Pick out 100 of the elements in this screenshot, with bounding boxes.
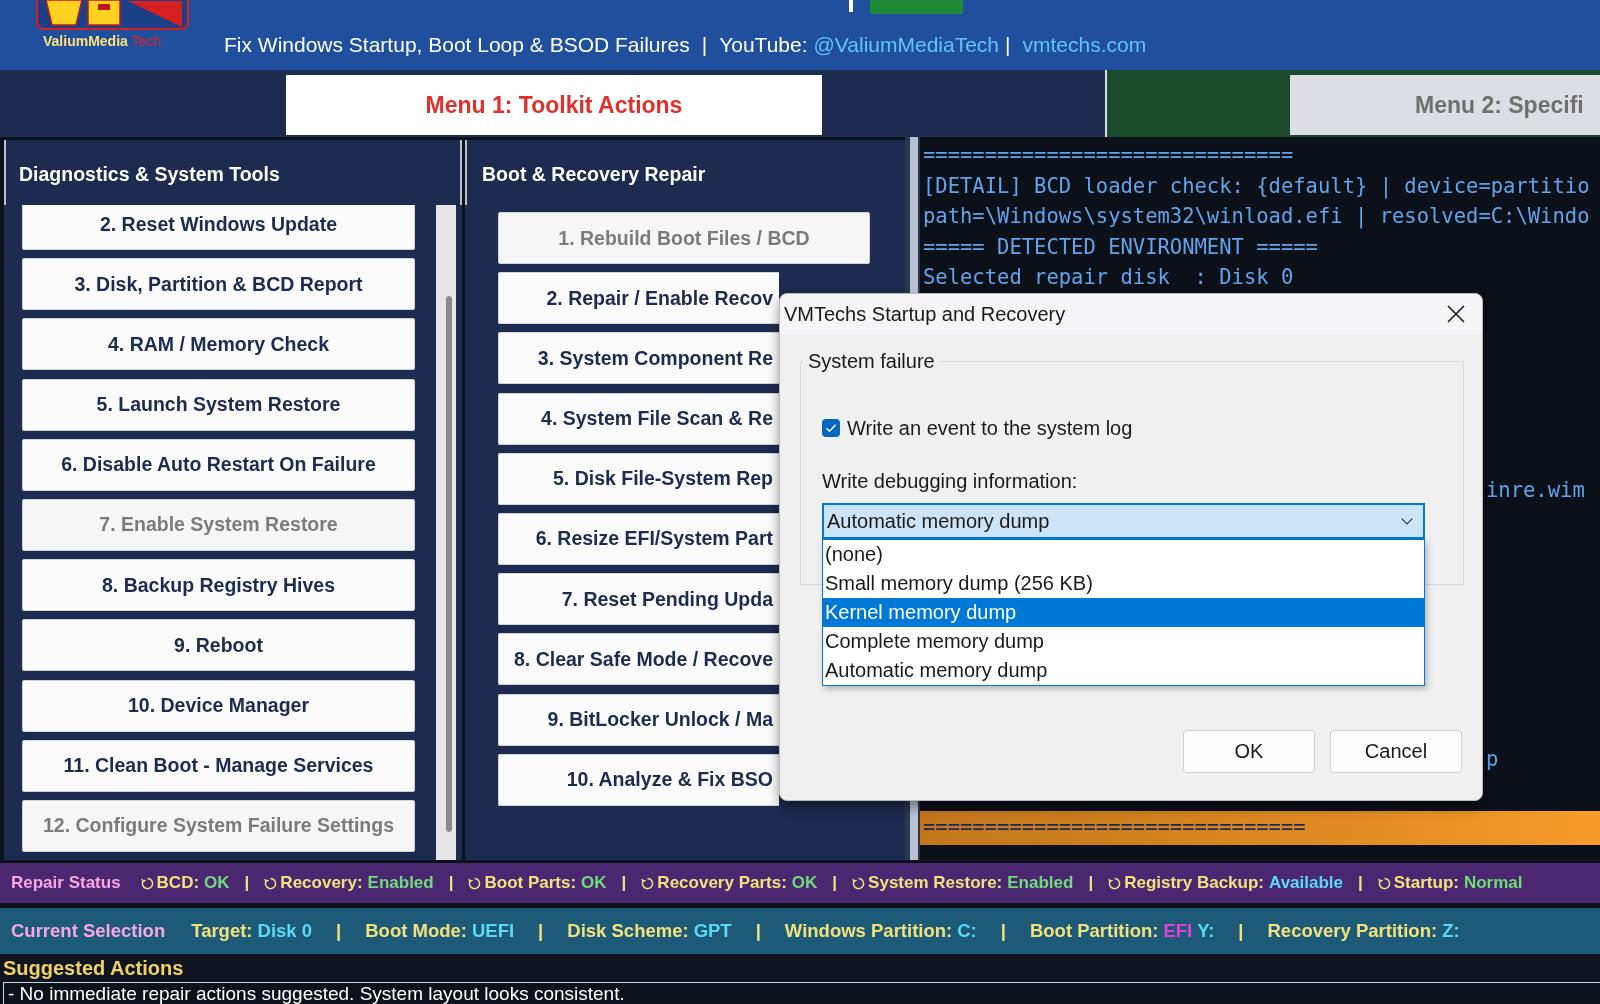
action-button[interactable]: 9. Reboot	[22, 619, 415, 672]
dump-type-dropdown[interactable]: Automatic memory dump	[822, 503, 1425, 539]
status-value: C:	[957, 920, 977, 942]
circular-arrow-icon	[641, 876, 655, 890]
status-value: OK	[581, 873, 607, 893]
status-value: Disk 0	[257, 920, 313, 942]
status-label: Recovery Parts:	[657, 873, 787, 893]
status-label: Recovery:	[280, 873, 363, 893]
console-line: ==============================	[923, 142, 1294, 169]
suggestion-text: - No immediate repair actions suggested. System layout looks consistent.	[8, 983, 625, 1004]
status-label: Boot Parts:	[484, 873, 577, 893]
action-button[interactable]: 8. Backup Registry Hives	[22, 559, 415, 612]
brand-name: ValiumMedia	[43, 33, 128, 50]
pipe-separator: |	[1238, 920, 1244, 942]
header-text: Fix Windows Startup, Boot Loop & BSOD Failures	[224, 33, 690, 57]
status-label: System Restore:	[868, 873, 1003, 893]
menu-tab[interactable]: Menu 1: Toolkit Actions	[286, 75, 822, 135]
action-button[interactable]: 8. Clear Safe Mode / Recove	[498, 633, 779, 686]
status-value: Z:	[1442, 920, 1460, 942]
action-button[interactable]: 10. Device Manager	[22, 679, 415, 732]
header-text: YouTube:	[719, 33, 808, 57]
console-line: Selected repair disk : Disk 0	[923, 264, 1294, 291]
status-label: Target:	[191, 920, 253, 942]
header-link[interactable]: @ValiumMediaTech	[813, 33, 1000, 57]
status-bar-title: Current Selection	[11, 920, 166, 942]
header-link[interactable]: vmtechs.com	[1022, 33, 1147, 57]
pipe-separator: |	[1000, 920, 1006, 942]
pipe-separator: |	[336, 920, 342, 942]
logo-icon	[36, 0, 189, 30]
status-label: Boot Mode:	[365, 920, 467, 942]
action-button[interactable]: 7. Reset Pending Upda	[498, 573, 779, 626]
action-button[interactable]: 4. System File Scan & Re	[498, 392, 779, 445]
panel-title: Diagnostics & System Tools	[19, 163, 280, 186]
status-label: Boot Partition:	[1029, 920, 1159, 942]
checkbox-label: Write an event to the system log	[847, 416, 1133, 440]
pipe-separator: |	[621, 873, 627, 893]
pipe-separator: |	[244, 873, 250, 893]
pipe-separator: |	[1358, 873, 1363, 893]
menu-tab[interactable]: Menu 2: Specifi	[1290, 75, 1600, 135]
pipe-separator: |	[448, 873, 454, 893]
status-label: BCD:	[156, 873, 200, 893]
cancel-button[interactable]: Cancel	[1330, 730, 1462, 773]
action-button[interactable]: 5. Launch System Restore	[22, 378, 415, 431]
action-button[interactable]: 5. Disk File-System Rep	[498, 452, 779, 505]
status-value: Y:	[1197, 920, 1215, 942]
pipe-separator: |	[538, 920, 544, 942]
pipe-separator: |	[1005, 33, 1011, 57]
status-value: UEFI	[471, 920, 515, 942]
status-value: EFI	[1163, 920, 1193, 942]
scrollbar-track[interactable]	[436, 205, 456, 860]
status-value: GPT	[693, 920, 732, 942]
action-button[interactable]: 9. BitLocker Unlock / Ma	[498, 693, 779, 746]
dropdown-option[interactable]: (none)	[823, 540, 1424, 569]
pipe-separator: |	[755, 920, 761, 942]
circular-arrow-icon	[264, 876, 278, 890]
panel-title: Boot & Recovery Repair	[482, 163, 706, 186]
ok-button[interactable]: OK	[1183, 730, 1315, 773]
status-label: Recovery Partition:	[1267, 920, 1438, 942]
action-button[interactable]: 2. Reset Windows Update	[22, 205, 415, 250]
console-line: path=\Windows\system32\winload.efi | resolved=C:\Windo	[923, 203, 1590, 231]
status-label: Windows Partition:	[784, 920, 953, 942]
dropdown-option[interactable]: Automatic memory dump	[823, 656, 1424, 685]
action-button[interactable]: 3. System Component Re	[498, 332, 779, 385]
status-label: Startup:	[1393, 873, 1459, 893]
action-button[interactable]: 11. Clean Boot - Manage Services	[22, 739, 415, 792]
dropdown-option[interactable]: Small memory dump (256 KB)	[823, 569, 1424, 598]
action-button[interactable]: 2. Repair / Enable Recov	[498, 272, 779, 325]
circular-arrow-icon	[1108, 876, 1122, 890]
circular-arrow-icon	[852, 876, 866, 890]
status-value: Available	[1269, 873, 1343, 893]
circular-arrow-icon	[468, 876, 482, 890]
action-button[interactable]: 6. Resize EFI/System Part	[498, 512, 779, 565]
status-value: Enabled	[367, 873, 434, 893]
status-value: Enabled	[1007, 873, 1074, 893]
status-value: Normal	[1463, 873, 1523, 893]
dropdown-option[interactable]: Kernel memory dump	[823, 598, 1424, 627]
section-title: Suggested Actions	[3, 956, 184, 980]
dropdown-option[interactable]: Complete memory dump	[823, 627, 1424, 656]
pipe-separator: |	[832, 873, 838, 893]
pipe-separator: |	[701, 33, 708, 57]
action-button[interactable]: 6. Disable Auto Restart On Failure	[22, 438, 415, 491]
status-label: Registry Backup:	[1124, 873, 1264, 893]
close-icon[interactable]	[1447, 305, 1465, 323]
checkbox[interactable]	[822, 419, 840, 437]
dialog-title: VMTechs Startup and Recovery	[784, 302, 1066, 326]
circular-arrow-icon	[140, 876, 154, 890]
field-label: Write debugging information:	[822, 470, 1079, 492]
chevron-down-icon	[1401, 517, 1413, 525]
action-button[interactable]: 3. Disk, Partition & BCD Report	[22, 258, 415, 311]
status-value: OK	[791, 873, 818, 893]
action-button[interactable]: 4. RAM / Memory Check	[22, 318, 415, 371]
console-line: ===== DETECTED ENVIRONMENT =====	[923, 233, 1318, 261]
console-line: p	[1486, 746, 1499, 773]
scrollbar-thumb[interactable]	[446, 296, 452, 832]
console-line: inre.wim	[1486, 477, 1585, 504]
action-button[interactable]: 10. Analyze & Fix BSO	[498, 753, 779, 806]
group-title: System failure	[807, 350, 936, 372]
circular-arrow-icon	[1377, 876, 1391, 890]
pipe-separator: |	[1088, 873, 1094, 893]
brand-suffix: Tech	[131, 33, 162, 50]
